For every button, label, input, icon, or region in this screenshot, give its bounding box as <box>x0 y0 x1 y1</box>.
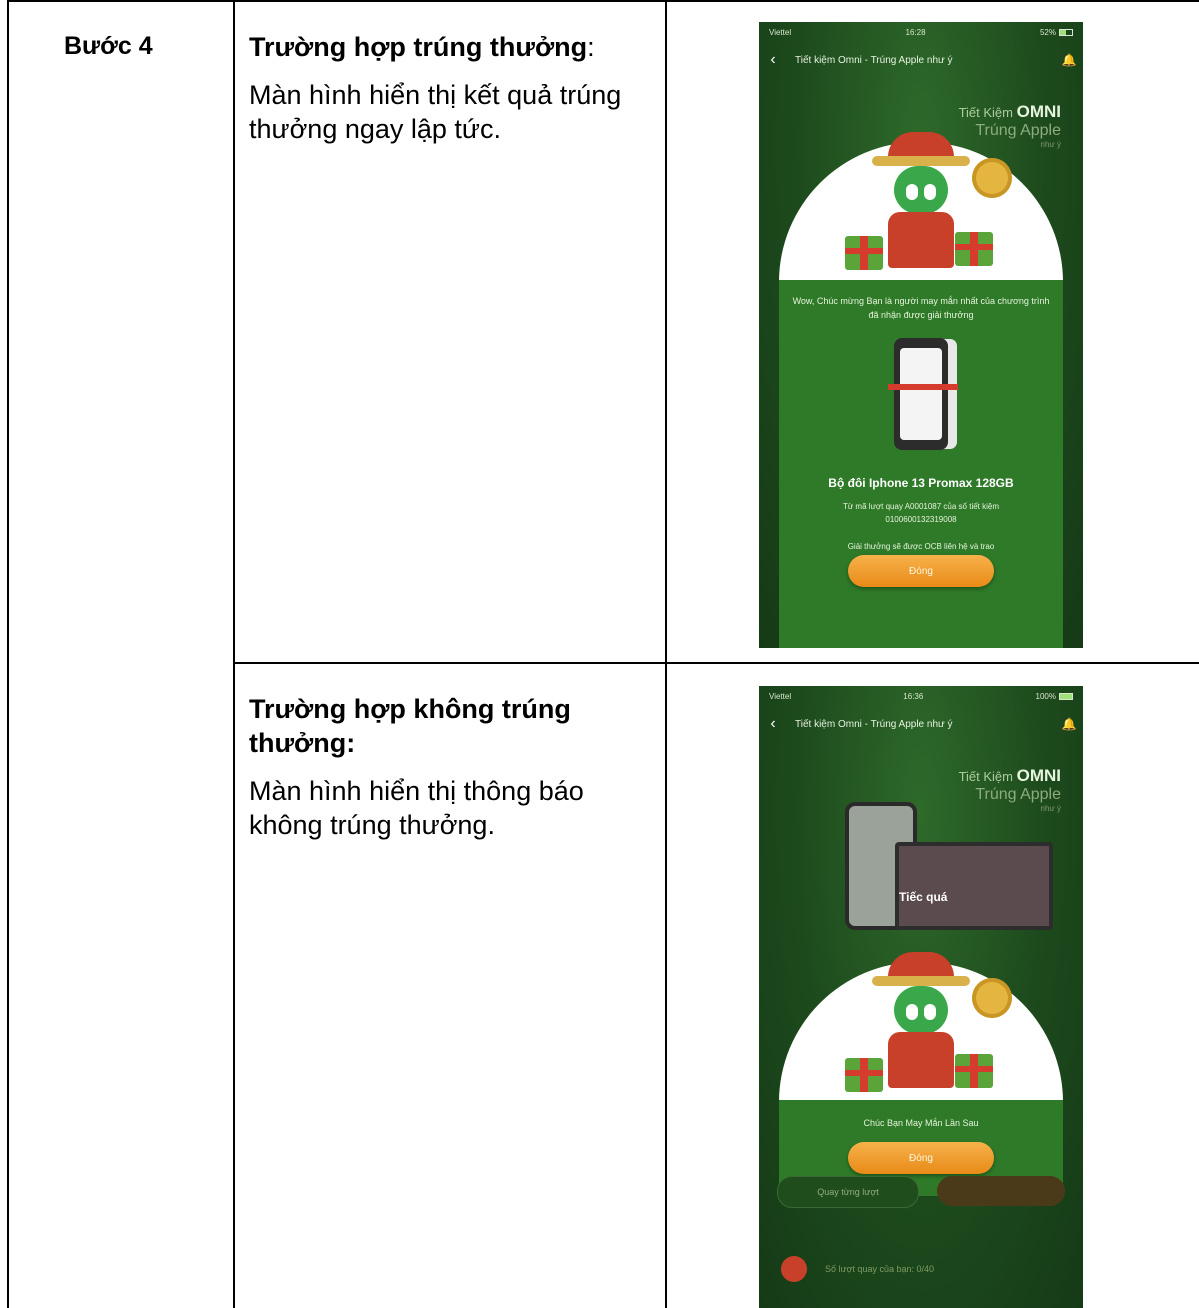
clock: 16:36 <box>903 691 924 701</box>
nav-bar: ‹ Tiết kiệm Omni - Trúng Apple như ý 🔔 <box>759 44 1083 76</box>
step-label: Bước 4 <box>64 32 153 60</box>
coin-icon <box>972 978 1012 1018</box>
screenshot-win: Viettel 16:28 52% ‹ Tiết kiệm Omni - Trú… <box>759 22 1083 648</box>
battery-icon <box>1058 28 1073 36</box>
prize-image <box>888 338 958 450</box>
battery-indicator: 100% <box>1036 692 1073 701</box>
table-border-left <box>7 0 9 1308</box>
gift-icon <box>845 1058 883 1092</box>
case-win-title: Trường hợp trúng thưởng: <box>249 32 595 62</box>
prize-popup: Wow, Chúc mừng Bạn là người may mắn nhất… <box>779 280 1063 648</box>
back-icon[interactable]: ‹ <box>759 51 787 69</box>
clock: 16:28 <box>905 27 926 37</box>
spin-once-button[interactable]: Quay từng lượt <box>777 1176 919 1208</box>
battery-icon <box>1059 692 1073 700</box>
brand-logo: Tiết Kiệm OMNI Trúng Apple như ý <box>958 766 1061 813</box>
case-win-description: Màn hình hiển thị kết quả trúng thưởng n… <box>249 80 622 144</box>
bell-icon[interactable]: 🔔 <box>1055 53 1083 67</box>
spins-left-label: Số lượt quay của bạn: 0/40 <box>781 1256 934 1282</box>
table-divider-col1 <box>233 0 235 1308</box>
close-button[interactable]: Đóng <box>848 1142 994 1174</box>
result-message: Chúc Bạn May Mắn Lần Sau <box>863 1118 979 1128</box>
bell-icon[interactable]: 🔔 <box>1055 717 1083 731</box>
background-laptop-image <box>895 842 1053 930</box>
back-icon[interactable]: ‹ <box>759 715 787 733</box>
battery-indicator: 52% <box>1040 28 1073 37</box>
screenshot-lose: Viettel 16:36 100% ‹ Tiết kiệm Omni - Tr… <box>759 686 1083 1308</box>
table-row-divider <box>233 662 1199 664</box>
nav-bar: ‹ Tiết kiệm Omni - Trúng Apple như ý 🔔 <box>759 708 1083 740</box>
prize-detail: Từ mã lượt quay A0001087 của số tiết kiệ… <box>842 502 1000 524</box>
case-lose-description: Màn hình hiển thị thông báo không trúng … <box>249 776 584 840</box>
banner-text: Tiếc quá <box>899 890 948 904</box>
case-win: Trường hợp trúng thưởng: Màn hình hiển t… <box>249 30 654 146</box>
mascot-small-icon <box>781 1256 807 1282</box>
nav-title: Tiết kiệm Omni - Trúng Apple như ý <box>795 718 953 730</box>
prize-note: Giải thưởng sẽ được OCB liên hệ và trao <box>847 542 995 551</box>
coin-icon <box>972 158 1012 198</box>
carrier-label: Viettel <box>769 691 792 701</box>
gift-icon <box>845 236 883 270</box>
status-bar: Viettel 16:28 52% <box>759 22 1083 42</box>
gift-icon <box>955 232 993 266</box>
case-lose-title: Trường hợp không trúng thưởng: <box>249 694 571 758</box>
case-lose: Trường hợp không trúng thưởng: Màn hình … <box>249 692 654 842</box>
congrats-message: Wow, Chúc mừng Bạn là người may mắn nhất… <box>792 296 1050 320</box>
spin-all-button[interactable] <box>937 1176 1065 1206</box>
prize-name: Bộ đôi Iphone 13 Promax 128GB <box>828 476 1014 490</box>
carrier-label: Viettel <box>769 27 792 37</box>
nav-title: Tiết kiệm Omni - Trúng Apple như ý <box>795 54 953 66</box>
table-divider-col2 <box>665 0 667 1308</box>
status-bar: Viettel 16:36 100% <box>759 686 1083 706</box>
table-border-top <box>7 0 1199 2</box>
gift-icon <box>955 1054 993 1088</box>
close-button[interactable]: Đóng <box>848 555 994 587</box>
